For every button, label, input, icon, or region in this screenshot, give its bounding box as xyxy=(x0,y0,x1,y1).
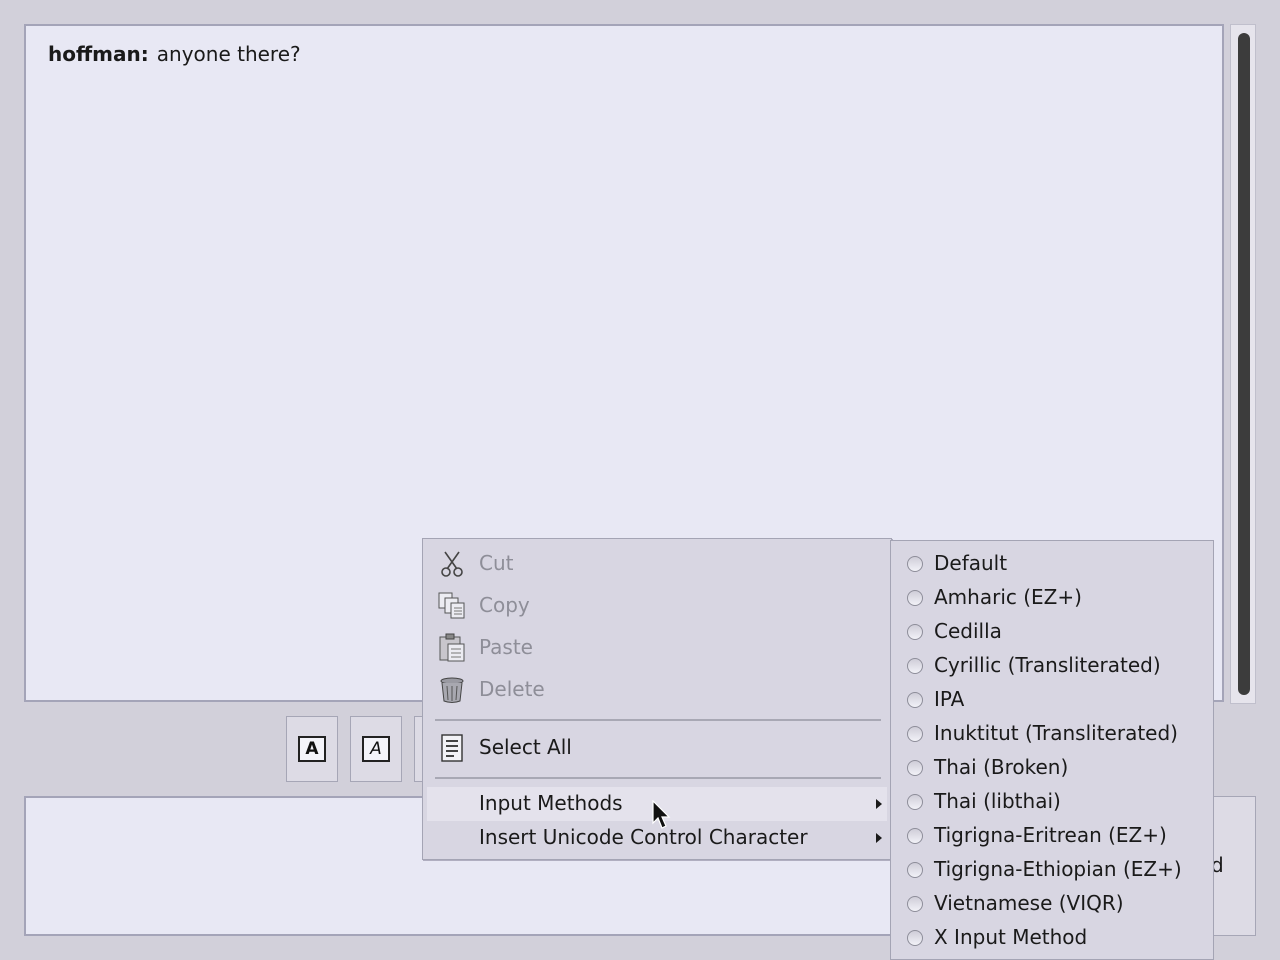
menu-item-delete[interactable]: Delete xyxy=(427,675,887,709)
radio-icon[interactable] xyxy=(907,930,923,946)
menu-item-label: Select All xyxy=(479,735,572,759)
menu-item-label: Paste xyxy=(479,635,533,659)
message-sender: hoffman: xyxy=(48,42,149,66)
message-text: anyone there? xyxy=(156,42,301,66)
submenu-item-label: Tigrigna-Eritrean (EZ+) xyxy=(934,823,1167,847)
menu-item-paste[interactable]: Paste xyxy=(427,633,887,667)
submenu-arrow-icon xyxy=(876,833,882,843)
submenu-arrow-icon xyxy=(876,799,882,809)
menu-item-select-all[interactable]: Select All xyxy=(427,733,887,767)
bold-button[interactable]: A xyxy=(286,716,338,782)
select-all-icon xyxy=(437,733,467,763)
radio-icon[interactable] xyxy=(907,624,923,640)
submenu-item-label: Amharic (EZ+) xyxy=(934,585,1082,609)
submenu-item-label: Cyrillic (Transliterated) xyxy=(934,653,1161,677)
submenu-item-label: Cedilla xyxy=(934,619,1002,643)
submenu-item-label: IPA xyxy=(934,687,965,711)
menu-separator xyxy=(435,777,881,779)
bold-icon: A xyxy=(298,736,326,762)
menu-item-label: Delete xyxy=(479,677,545,701)
submenu-item-label: Inuktitut (Transliterated) xyxy=(934,721,1178,745)
trash-icon xyxy=(437,675,467,705)
radio-icon[interactable] xyxy=(907,896,923,912)
chat-message: hoffman: anyone there? xyxy=(48,42,301,66)
menu-item-cut[interactable]: Cut xyxy=(427,549,887,583)
radio-icon[interactable] xyxy=(907,726,923,742)
italic-icon: A xyxy=(362,736,390,762)
input-methods-submenu: Default Amharic (EZ+) Cedilla Cyrillic (… xyxy=(890,540,1214,960)
radio-icon[interactable] xyxy=(907,760,923,776)
menu-item-label: Input Methods xyxy=(479,791,623,815)
submenu-item-label: Thai (libthai) xyxy=(934,789,1061,813)
scrollbar-thumb[interactable] xyxy=(1238,33,1250,695)
copy-icon xyxy=(437,591,467,621)
submenu-item-label: X Input Method xyxy=(934,925,1088,949)
menu-separator xyxy=(435,719,881,721)
submenu-item-label: Tigrigna-Ethiopian (EZ+) xyxy=(934,857,1182,881)
menu-item-label: Cut xyxy=(479,551,514,575)
radio-icon[interactable] xyxy=(907,828,923,844)
history-scrollbar[interactable] xyxy=(1230,24,1256,704)
radio-icon[interactable] xyxy=(907,556,923,572)
submenu-item-label: Vietnamese (VIQR) xyxy=(934,891,1124,915)
radio-icon[interactable] xyxy=(907,862,923,878)
mouse-pointer-icon xyxy=(652,800,671,829)
italic-button[interactable]: A xyxy=(350,716,402,782)
submenu-item-label: Thai (Broken) xyxy=(934,755,1069,779)
radio-icon[interactable] xyxy=(907,658,923,674)
clipboard-icon xyxy=(437,633,467,663)
menu-item-label: Copy xyxy=(479,593,530,617)
radio-icon[interactable] xyxy=(907,692,923,708)
scissors-icon xyxy=(437,549,467,579)
radio-icon[interactable] xyxy=(907,794,923,810)
radio-icon[interactable] xyxy=(907,590,923,606)
submenu-item-label: Default xyxy=(934,551,1008,575)
menu-item-copy[interactable]: Copy xyxy=(427,591,887,625)
menu-item-label: Insert Unicode Control Character xyxy=(479,825,808,849)
chat-window: hoffman: anyone there? A A d Cut Copy Pa… xyxy=(0,0,1280,960)
